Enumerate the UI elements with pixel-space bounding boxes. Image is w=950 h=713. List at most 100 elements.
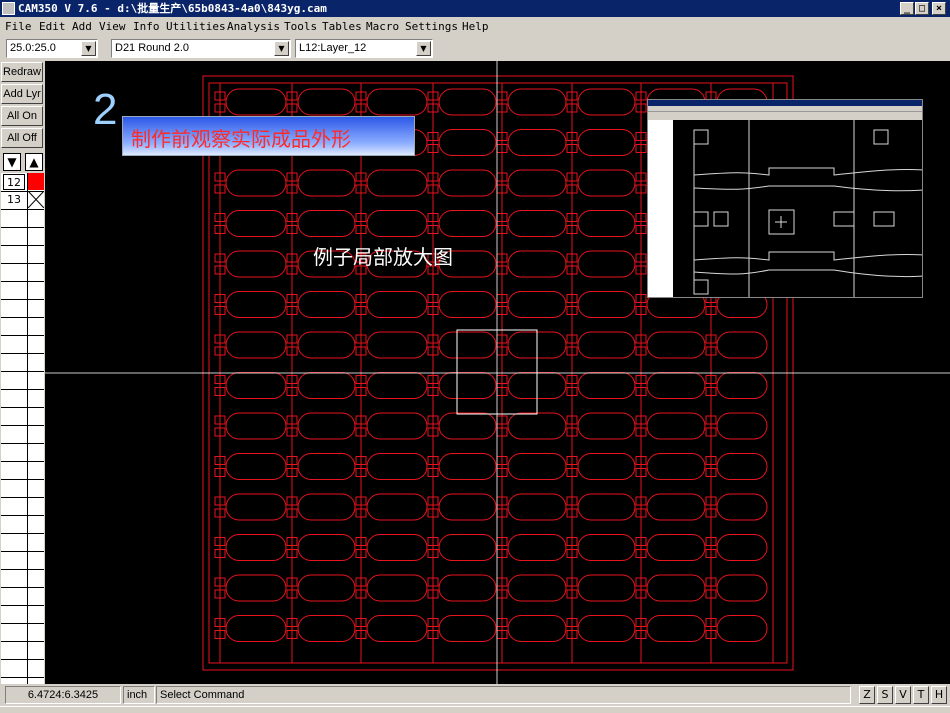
pcb-piece-outline bbox=[716, 412, 768, 440]
pcb-piece-outline bbox=[438, 453, 497, 480]
pcb-piece-outline bbox=[577, 88, 636, 116]
pcb-piece-outline bbox=[716, 615, 768, 642]
mode-v-button[interactable]: V bbox=[895, 686, 911, 704]
pcb-piece-outline bbox=[646, 574, 706, 602]
menu-tools[interactable]: Tools bbox=[284, 19, 317, 34]
pcb-piece-outline bbox=[716, 331, 768, 359]
pcb-piece-outline bbox=[225, 291, 287, 318]
pcb-piece-outline bbox=[438, 412, 497, 440]
pcb-piece-outline bbox=[646, 534, 706, 561]
pcb-piece-outline bbox=[438, 210, 497, 237]
chevron-down-icon[interactable]: ▼ bbox=[416, 41, 431, 56]
pcb-piece-outline bbox=[225, 210, 287, 237]
pcb-piece-outline bbox=[507, 88, 567, 116]
layer-12-color-swatch[interactable] bbox=[28, 173, 44, 190]
pcb-piece-outline bbox=[366, 210, 428, 237]
caption-text: 制作前观察实际成品外形 bbox=[131, 127, 351, 151]
menu-utilities[interactable]: Utilities bbox=[166, 19, 226, 34]
menu-view[interactable]: View bbox=[99, 19, 126, 34]
taskbar-strip bbox=[0, 706, 950, 713]
grid-value: 25.0:25.0 bbox=[10, 42, 56, 54]
layer-13-off-icon[interactable] bbox=[28, 191, 44, 208]
menu-tables[interactable]: Tables bbox=[322, 19, 362, 34]
pcb-piece-outline bbox=[577, 291, 636, 318]
pcb-piece-outline bbox=[507, 453, 567, 480]
pcb-piece-outline bbox=[225, 615, 287, 642]
pcb-piece-outline bbox=[646, 453, 706, 480]
scroll-up-icon[interactable]: ▲ bbox=[25, 153, 43, 171]
pcb-piece-outline bbox=[507, 291, 567, 318]
pcb-piece-outline bbox=[438, 88, 497, 116]
menu-info[interactable]: Info bbox=[133, 19, 160, 34]
close-button[interactable]: × bbox=[932, 2, 946, 15]
layer-panel: Redraw Add Lyr All On All Off ▼ ▲ 12 13 bbox=[0, 61, 45, 684]
add-layer-button[interactable]: Add Lyr bbox=[1, 84, 43, 104]
scroll-down-icon[interactable]: ▼ bbox=[3, 153, 21, 171]
inset-layer-panel bbox=[648, 120, 674, 297]
pcb-piece-outline bbox=[366, 453, 428, 480]
design-canvas[interactable]: 2 制作前观察实际成品外形 例子局部放大图 bbox=[45, 61, 950, 684]
pcb-piece-outline bbox=[507, 493, 567, 521]
all-off-button[interactable]: All Off bbox=[1, 128, 43, 148]
pcb-piece-outline bbox=[225, 169, 287, 197]
units-readout: inch bbox=[123, 686, 155, 704]
pcb-piece-outline bbox=[716, 453, 768, 480]
pcb-piece-outline bbox=[366, 615, 428, 642]
pcb-piece-outline bbox=[577, 250, 636, 278]
pcb-piece-outline bbox=[646, 615, 706, 642]
pcb-piece-outline bbox=[507, 129, 567, 156]
layer-select[interactable]: L12:Layer_12 ▼ bbox=[295, 39, 433, 58]
pcb-piece-outline bbox=[225, 88, 287, 116]
grid-select[interactable]: 25.0:25.0 ▼ bbox=[6, 39, 98, 58]
app-icon[interactable] bbox=[2, 2, 15, 15]
minimize-button[interactable]: _ bbox=[900, 2, 914, 15]
redraw-button[interactable]: Redraw bbox=[1, 62, 43, 82]
menu-help[interactable]: Help bbox=[462, 19, 489, 34]
pcb-piece-outline bbox=[366, 372, 428, 399]
pcb-piece-outline bbox=[716, 372, 768, 399]
pcb-piece-outline bbox=[366, 534, 428, 561]
pcb-piece-outline bbox=[366, 88, 428, 116]
layer-12-number[interactable]: 12 bbox=[3, 174, 25, 190]
pcb-piece-outline bbox=[297, 615, 356, 642]
chevron-down-icon[interactable]: ▼ bbox=[81, 41, 96, 56]
menu-settings[interactable]: Settings bbox=[405, 19, 458, 34]
pcb-piece-outline bbox=[366, 574, 428, 602]
pcb-piece-outline bbox=[297, 331, 356, 359]
menu-add[interactable]: Add bbox=[72, 19, 92, 34]
pcb-piece-outline bbox=[438, 169, 497, 197]
pcb-piece-outline bbox=[225, 250, 287, 278]
menu-analysis[interactable]: Analysis bbox=[227, 19, 280, 34]
pcb-piece-outline bbox=[507, 574, 567, 602]
toolbar: 25.0:25.0 ▼ D21 Round 2.0 ▼ L12:Layer_12… bbox=[0, 36, 950, 61]
menu-file[interactable]: File bbox=[5, 19, 32, 34]
pcb-piece-outline bbox=[297, 372, 356, 399]
pcb-piece-outline bbox=[716, 534, 768, 561]
pcb-piece-outline bbox=[577, 169, 636, 197]
mode-s-button[interactable]: S bbox=[877, 686, 893, 704]
menu-macro[interactable]: Macro bbox=[366, 19, 399, 34]
pcb-piece-outline bbox=[577, 453, 636, 480]
pcb-piece-outline bbox=[366, 169, 428, 197]
chevron-down-icon[interactable]: ▼ bbox=[274, 41, 289, 56]
pcb-piece-outline bbox=[438, 615, 497, 642]
all-on-button[interactable]: All On bbox=[1, 106, 43, 126]
pcb-piece-outline bbox=[577, 331, 636, 359]
mode-t-button[interactable]: T bbox=[913, 686, 929, 704]
maximize-button[interactable]: □ bbox=[915, 2, 929, 15]
mode-h-button[interactable]: H bbox=[931, 686, 947, 704]
layer-list: 12 13 bbox=[1, 173, 44, 684]
pcb-piece-outline bbox=[297, 574, 356, 602]
pcb-piece-outline bbox=[297, 453, 356, 480]
menu-edit[interactable]: Edit bbox=[39, 19, 66, 34]
pcb-piece-outline bbox=[577, 412, 636, 440]
mode-z-button[interactable]: Z bbox=[859, 686, 875, 704]
layer-13-number[interactable]: 13 bbox=[3, 192, 25, 208]
layer-value: L12:Layer_12 bbox=[299, 42, 367, 54]
pcb-piece-outline bbox=[297, 412, 356, 440]
pcb-piece-outline bbox=[297, 291, 356, 318]
pcb-piece-outline bbox=[716, 574, 768, 602]
pcb-piece-outline bbox=[577, 129, 636, 156]
dcode-select[interactable]: D21 Round 2.0 ▼ bbox=[111, 39, 291, 58]
pcb-piece-outline bbox=[507, 210, 567, 237]
